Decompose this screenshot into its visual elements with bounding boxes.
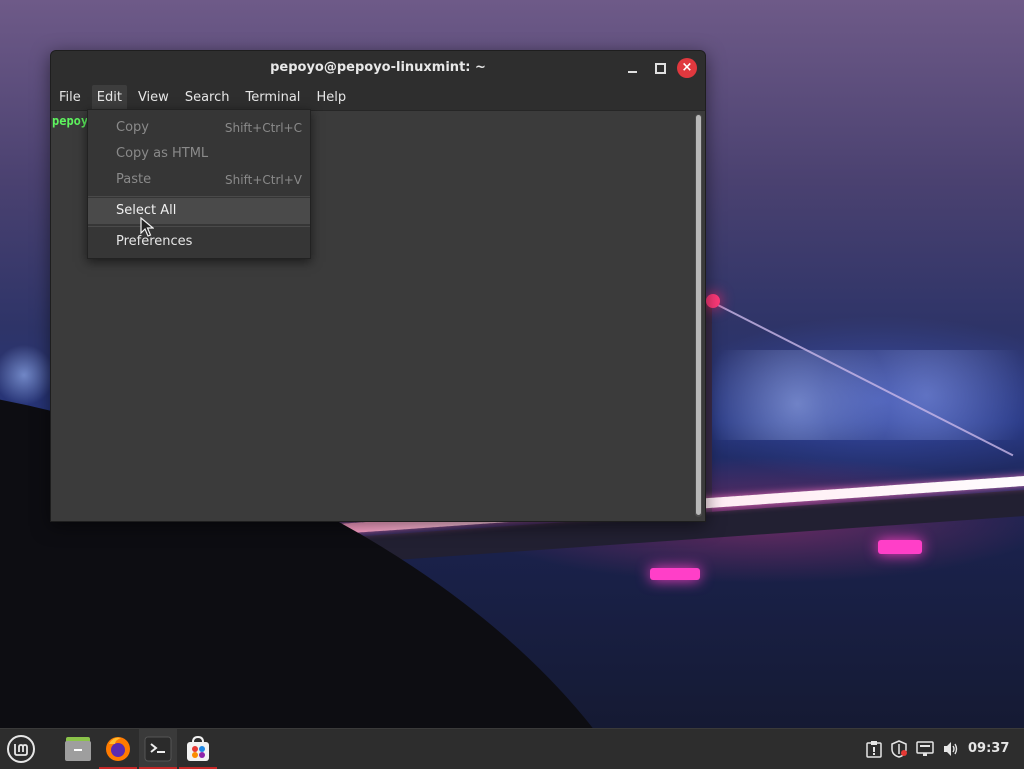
title-bar[interactable]: pepoyo@pepoyo-linuxmint: ~ ×	[51, 51, 705, 85]
taskbar-files[interactable]	[59, 729, 97, 769]
tray-shield[interactable]	[887, 729, 911, 769]
scrollbar-thumb[interactable]	[696, 115, 701, 515]
tray-update-manager[interactable]	[862, 729, 886, 769]
window-title: pepoyo@pepoyo-linuxmint: ~	[270, 60, 486, 75]
menu-item-label: Copy	[116, 120, 149, 135]
menu-search[interactable]: Search	[180, 85, 235, 110]
menu-file[interactable]: File	[54, 85, 86, 110]
scrollbar[interactable]	[695, 114, 702, 517]
menu-item-label: Paste	[116, 172, 152, 187]
tower-light	[706, 294, 720, 308]
shell-prompt: pepoy	[52, 114, 89, 128]
maximize-icon	[654, 62, 666, 74]
terminal-icon	[144, 736, 172, 762]
menu-item-copy-as-html[interactable]: Copy as HTML	[88, 141, 310, 167]
bridge-tower	[706, 300, 712, 530]
menu-item-shortcut: Shift+Ctrl+V	[225, 173, 302, 187]
taskbar-firefox[interactable]	[99, 729, 137, 769]
firefox-icon	[106, 737, 130, 761]
boat-light	[650, 568, 700, 580]
close-button[interactable]: ×	[677, 58, 697, 78]
menu-item-preferences[interactable]: Preferences	[88, 229, 310, 255]
menu-separator	[88, 226, 310, 227]
files-icon	[65, 737, 91, 761]
menu-help[interactable]: Help	[311, 85, 351, 110]
tray-network[interactable]	[913, 729, 937, 769]
menu-terminal[interactable]: Terminal	[240, 85, 305, 110]
menu-view[interactable]: View	[133, 85, 174, 110]
shield-icon	[891, 740, 907, 758]
taskbar: 09:37	[0, 728, 1024, 769]
minimize-icon	[627, 71, 637, 73]
boat-light	[878, 540, 922, 554]
mint-menu-icon	[7, 735, 35, 763]
menu-edit[interactable]: Edit	[91, 85, 127, 110]
edit-menu-dropdown: Copy Shift+Ctrl+C Copy as HTML Paste Shi…	[87, 109, 311, 259]
city-lights-right	[700, 350, 1024, 440]
menu-item-copy[interactable]: Copy Shift+Ctrl+C	[88, 115, 310, 141]
menu-item-label: Copy as HTML	[116, 146, 209, 161]
taskbar-software-manager[interactable]	[179, 729, 217, 769]
tray-volume[interactable]	[939, 729, 963, 769]
update-manager-icon	[866, 741, 882, 758]
taskbar-terminal[interactable]	[139, 729, 177, 769]
mouse-pointer-icon	[140, 217, 154, 237]
network-icon	[916, 741, 934, 756]
mint-menu-button[interactable]	[5, 734, 37, 764]
menu-item-paste[interactable]: Paste Shift+Ctrl+V	[88, 167, 310, 193]
volume-icon	[944, 742, 958, 756]
menu-item-shortcut: Shift+Ctrl+C	[224, 121, 302, 135]
software-manager-icon	[187, 735, 209, 761]
menu-item-label: Preferences	[116, 234, 193, 249]
menu-separator	[88, 196, 310, 197]
close-icon: ×	[681, 60, 693, 75]
menu-item-select-all[interactable]: Select All	[88, 198, 310, 224]
clock[interactable]: 09:37	[968, 741, 1009, 756]
minimize-button[interactable]	[622, 58, 642, 78]
maximize-button[interactable]	[650, 58, 670, 78]
menu-bar: File Edit View Search Terminal Help	[51, 85, 705, 111]
